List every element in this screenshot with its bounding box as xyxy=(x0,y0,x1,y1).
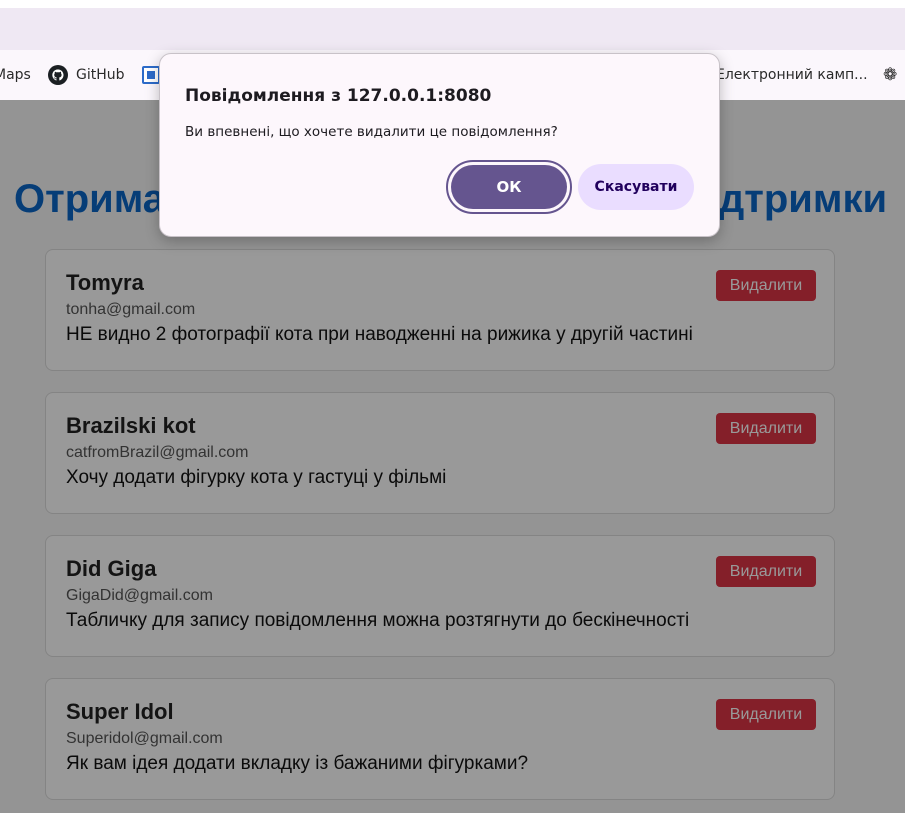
github-icon xyxy=(48,65,68,85)
dialog-message: Ви впевнені, що хочете видалити це повід… xyxy=(185,124,558,140)
bookmark-github[interactable]: GitHub xyxy=(48,50,125,100)
bookmark-partial[interactable] xyxy=(142,50,160,100)
ok-button[interactable]: ОК xyxy=(451,165,567,209)
bookmark-label: GitHub xyxy=(76,67,125,83)
bookmark-label: Електронний камп... xyxy=(716,67,868,83)
bookmark-maps[interactable]: Maps xyxy=(0,50,31,100)
address-bar-area xyxy=(0,8,905,50)
bookmark-label: Maps xyxy=(0,67,31,83)
cancel-button[interactable]: Скасувати xyxy=(578,164,694,210)
bookmark-chatgpt[interactable]: ❁ xyxy=(883,50,897,100)
dialog-title: Повідомлення з 127.0.0.1:8080 xyxy=(185,86,492,106)
bookmark-campus[interactable]: Електронний камп... xyxy=(716,50,868,100)
chatgpt-icon: ❁ xyxy=(883,65,898,85)
window-top-strip xyxy=(0,0,905,8)
confirm-dialog: Повідомлення з 127.0.0.1:8080 Ви впевнен… xyxy=(159,53,720,237)
bookmark-site-icon xyxy=(142,66,160,84)
